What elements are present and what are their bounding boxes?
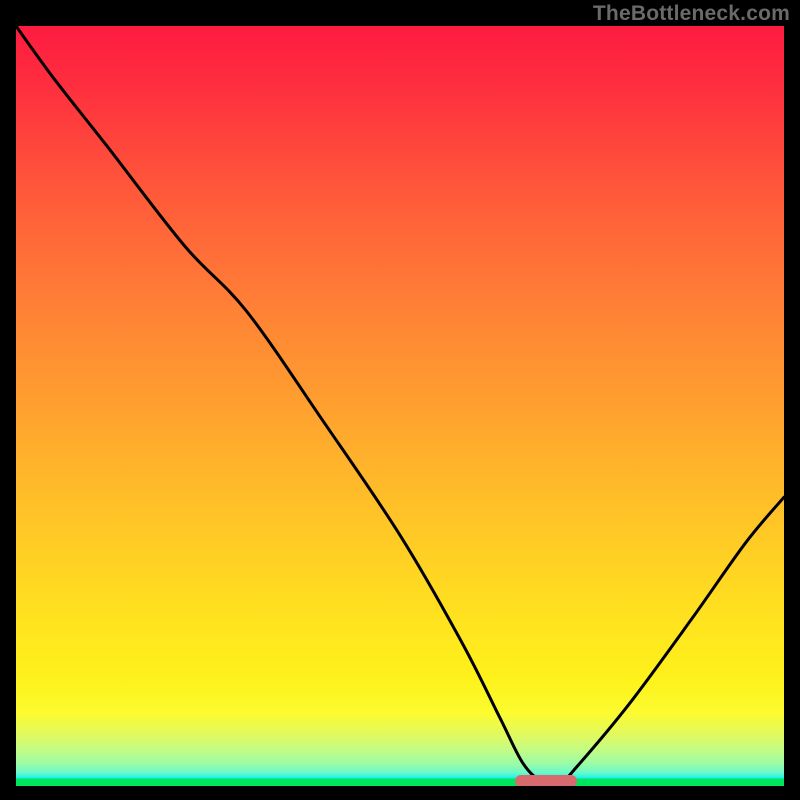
chart-container: TheBottleneck.com [0, 0, 800, 800]
curve-path [16, 26, 784, 783]
watermark-text: TheBottleneck.com [593, 2, 790, 26]
bottleneck-curve [16, 26, 784, 786]
minimum-marker [515, 775, 577, 786]
plot-area [16, 26, 784, 786]
